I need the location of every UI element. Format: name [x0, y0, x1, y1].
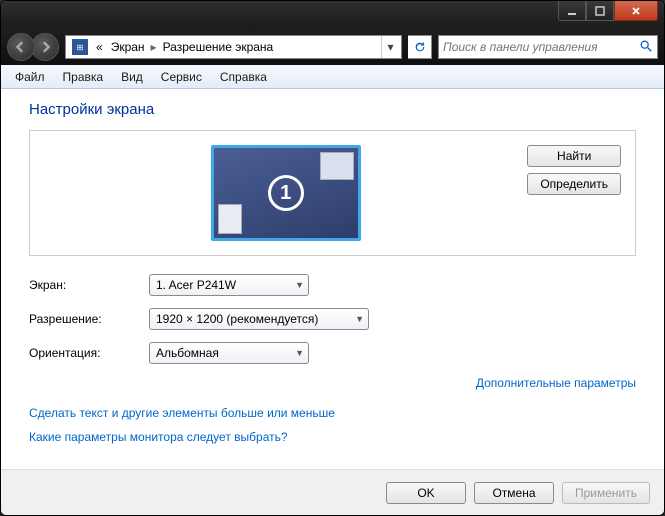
ok-button[interactable]: OK — [386, 482, 466, 504]
footer: OK Отмена Применить — [1, 469, 664, 515]
search-box[interactable] — [438, 35, 658, 59]
label-resolution: Разрешение: — [29, 312, 149, 326]
menu-tools[interactable]: Сервис — [153, 67, 210, 87]
advanced-link-row: Дополнительные параметры — [29, 376, 636, 390]
preview-window-icon — [218, 204, 242, 234]
menu-edit[interactable]: Правка — [55, 67, 112, 87]
monitor-preview[interactable]: 1 — [211, 145, 361, 241]
content: Настройки экрана 1 Найти Определить Экра… — [1, 89, 664, 469]
help-links: Сделать текст и другие элементы больше и… — [29, 406, 636, 444]
apply-button[interactable]: Применить — [562, 482, 650, 504]
window-buttons — [558, 1, 658, 21]
monitor-preview-area: 1 — [44, 145, 527, 241]
preview-buttons: Найти Определить — [527, 145, 621, 195]
menu-view[interactable]: Вид — [113, 67, 151, 87]
advanced-settings-link[interactable]: Дополнительные параметры — [476, 376, 636, 390]
forward-button[interactable] — [31, 33, 59, 61]
search-input[interactable] — [443, 40, 639, 54]
page-title: Настройки экрана — [29, 101, 636, 118]
nav-buttons — [7, 33, 59, 61]
minimize-button[interactable] — [558, 1, 586, 21]
breadcrumb-root[interactable]: Экран — [107, 40, 149, 54]
menu-file[interactable]: Файл — [7, 67, 53, 87]
label-orientation: Ориентация: — [29, 346, 149, 360]
close-button[interactable] — [614, 1, 658, 21]
detect-button[interactable]: Определить — [527, 173, 621, 195]
text-size-link[interactable]: Сделать текст и другие элементы больше и… — [29, 406, 636, 420]
maximize-button[interactable] — [586, 1, 614, 21]
breadcrumb-prefix: « — [92, 40, 107, 54]
row-screen: Экран: 1. Acer P241W ▼ — [29, 274, 636, 296]
address-row: ⊞ « Экран ▸ Разрешение экрана ▾ — [1, 29, 664, 65]
row-resolution: Разрешение: 1920 × 1200 (рекомендуется) … — [29, 308, 636, 330]
monitor-help-link[interactable]: Какие параметры монитора следует выбрать… — [29, 430, 636, 444]
row-orientation: Ориентация: Альбомная ▼ — [29, 342, 636, 364]
preview-window-icon — [320, 152, 354, 180]
menu-help[interactable]: Справка — [212, 67, 275, 87]
display-preview-panel: 1 Найти Определить — [29, 130, 636, 256]
titlebar — [1, 1, 664, 29]
breadcrumb-current[interactable]: Разрешение экрана — [159, 40, 278, 54]
find-button[interactable]: Найти — [527, 145, 621, 167]
resolution-select[interactable]: 1920 × 1200 (рекомендуется) ▼ — [149, 308, 369, 330]
chevron-down-icon: ▼ — [355, 314, 364, 324]
back-button[interactable] — [7, 33, 35, 61]
label-screen: Экран: — [29, 278, 149, 292]
menu-bar: Файл Правка Вид Сервис Справка — [1, 65, 664, 89]
search-icon[interactable] — [639, 39, 653, 56]
refresh-button[interactable] — [408, 35, 432, 59]
window: ⊞ « Экран ▸ Разрешение экрана ▾ Файл Пра… — [0, 0, 665, 516]
monitor-number: 1 — [268, 175, 304, 211]
resolution-value: 1920 × 1200 (рекомендуется) — [156, 312, 318, 326]
screen-value: 1. Acer P241W — [156, 278, 236, 292]
orientation-value: Альбомная — [156, 346, 219, 360]
chevron-down-icon: ▼ — [295, 348, 304, 358]
screen-select[interactable]: 1. Acer P241W ▼ — [149, 274, 309, 296]
orientation-select[interactable]: Альбомная ▼ — [149, 342, 309, 364]
chevron-right-icon: ▸ — [149, 40, 159, 54]
cancel-button[interactable]: Отмена — [474, 482, 554, 504]
address-bar[interactable]: ⊞ « Экран ▸ Разрешение экрана ▾ — [65, 35, 402, 59]
address-dropdown[interactable]: ▾ — [381, 36, 399, 58]
chevron-down-icon: ▼ — [295, 280, 304, 290]
control-panel-icon: ⊞ — [72, 39, 88, 55]
